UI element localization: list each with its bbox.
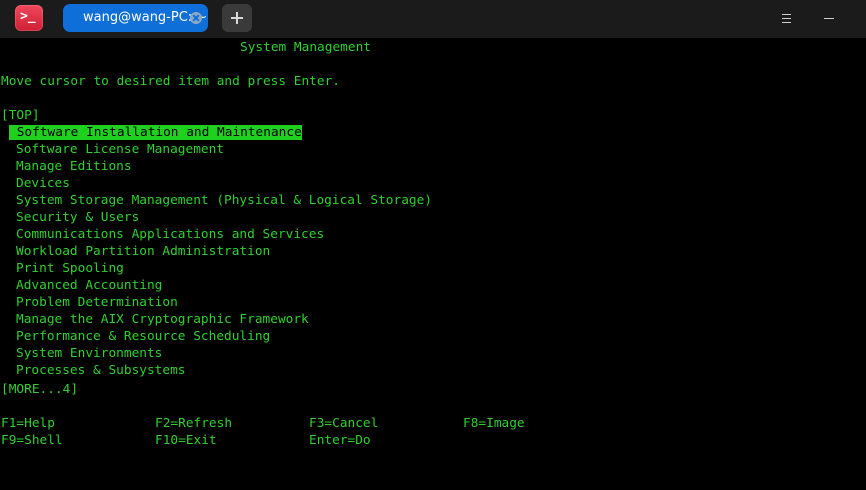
hamburger-menu-icon xyxy=(782,18,791,19)
menu-item-devices[interactable]: Devices xyxy=(16,175,70,192)
menu-item-advanced-accounting[interactable]: Advanced Accounting xyxy=(16,277,162,294)
instruction-text: Move cursor to desired item and press En… xyxy=(1,74,340,89)
menu-item-communications[interactable]: Communications Applications and Services xyxy=(16,226,324,243)
menu-item-workload-partition[interactable]: Workload Partition Administration xyxy=(16,243,270,260)
function-key-f1[interactable]: F1=Help xyxy=(1,415,55,432)
more-marker: [MORE...4] xyxy=(1,382,79,397)
hamburger-menu-icon xyxy=(782,22,791,23)
function-key-f8[interactable]: F8=Image xyxy=(463,415,525,432)
menu-item-software-license[interactable]: Software License Management xyxy=(16,141,224,158)
menu-item-processes-subsystems[interactable]: Processes & Subsystems xyxy=(16,362,186,379)
menu-item-system-environments[interactable]: System Environments xyxy=(16,345,162,362)
tab-title: wang@wang-PC: ~ xyxy=(83,10,208,25)
function-key-f9[interactable]: F9=Shell xyxy=(1,432,63,449)
terminal-window: >_ wang@wang-PC: ~ System Management Mov… xyxy=(0,0,866,490)
screen-title: System Management xyxy=(240,40,371,55)
menu-item-label: Software Installation and Maintenance xyxy=(16,125,302,140)
menu-item-problem-determination[interactable]: Problem Determination xyxy=(16,294,178,311)
minimize-button[interactable] xyxy=(818,10,840,28)
menu-item-print-spooling[interactable]: Print Spooling xyxy=(16,260,124,277)
menu-item-system-storage[interactable]: System Storage Management (Physical & Lo… xyxy=(16,192,432,209)
terminal-app-icon[interactable]: >_ xyxy=(15,5,43,31)
terminal-prompt-glyph: >_ xyxy=(20,9,36,24)
function-key-f10[interactable]: F10=Exit xyxy=(155,432,217,449)
menu-item-manage-editions[interactable]: Manage Editions xyxy=(16,158,132,175)
menu-button[interactable] xyxy=(778,10,796,28)
terminal-screen[interactable]: System Management Move cursor to desired… xyxy=(0,39,866,490)
minimize-icon xyxy=(824,18,834,19)
new-tab-button[interactable] xyxy=(222,4,252,32)
title-bar: >_ wang@wang-PC: ~ xyxy=(0,0,866,38)
menu-item-software-installation[interactable]: Software Installation and Maintenance xyxy=(9,124,302,141)
function-key-f2[interactable]: F2=Refresh xyxy=(155,415,232,432)
function-key-f3[interactable]: F3=Cancel xyxy=(309,415,378,432)
tab-active[interactable]: wang@wang-PC: ~ xyxy=(63,4,208,32)
selected-item-highlight: Software Installation and Maintenance xyxy=(9,125,302,140)
tab-close-icon[interactable] xyxy=(190,12,202,24)
top-marker: [TOP] xyxy=(1,108,40,123)
menu-item-security-users[interactable]: Security & Users xyxy=(16,209,139,226)
function-key-enter[interactable]: Enter=Do xyxy=(309,432,371,449)
menu-item-cryptographic-framework[interactable]: Manage the AIX Cryptographic Framework xyxy=(16,311,309,328)
hamburger-menu-icon xyxy=(782,14,791,15)
menu-item-performance-scheduling[interactable]: Performance & Resource Scheduling xyxy=(16,328,270,345)
